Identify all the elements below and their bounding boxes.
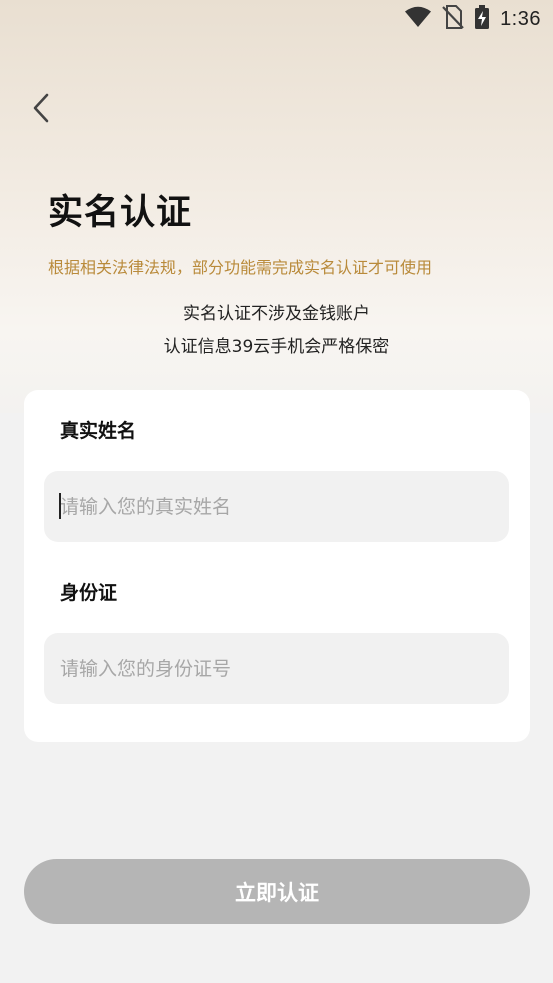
chevron-left-icon bbox=[31, 93, 51, 127]
legal-notice: 根据相关法律法规，部分功能需完成实名认证才可使用 bbox=[48, 258, 433, 277]
status-icons: 1:36 bbox=[404, 5, 541, 33]
id-card-input[interactable] bbox=[44, 633, 509, 704]
page-title: 实名认证 bbox=[48, 193, 193, 233]
back-button[interactable] bbox=[24, 92, 58, 128]
wifi-icon bbox=[404, 6, 432, 32]
real-name-label: 真实姓名 bbox=[60, 420, 137, 442]
status-time: 1:36 bbox=[500, 7, 541, 30]
info-line-money: 实名认证不涉及金钱账户 bbox=[183, 304, 370, 324]
real-name-input[interactable] bbox=[44, 471, 509, 542]
verify-now-button[interactable]: 立即认证 bbox=[24, 859, 530, 924]
battery-charging-icon bbox=[474, 5, 490, 33]
text-caret bbox=[59, 493, 61, 519]
no-sim-icon bbox=[442, 5, 464, 33]
verification-form-card: 真实姓名 身份证 bbox=[24, 390, 530, 742]
info-line-privacy: 认证信息39云手机会严格保密 bbox=[163, 337, 390, 357]
status-bar: 1:36 bbox=[0, 0, 553, 38]
id-card-label: 身份证 bbox=[60, 582, 118, 604]
